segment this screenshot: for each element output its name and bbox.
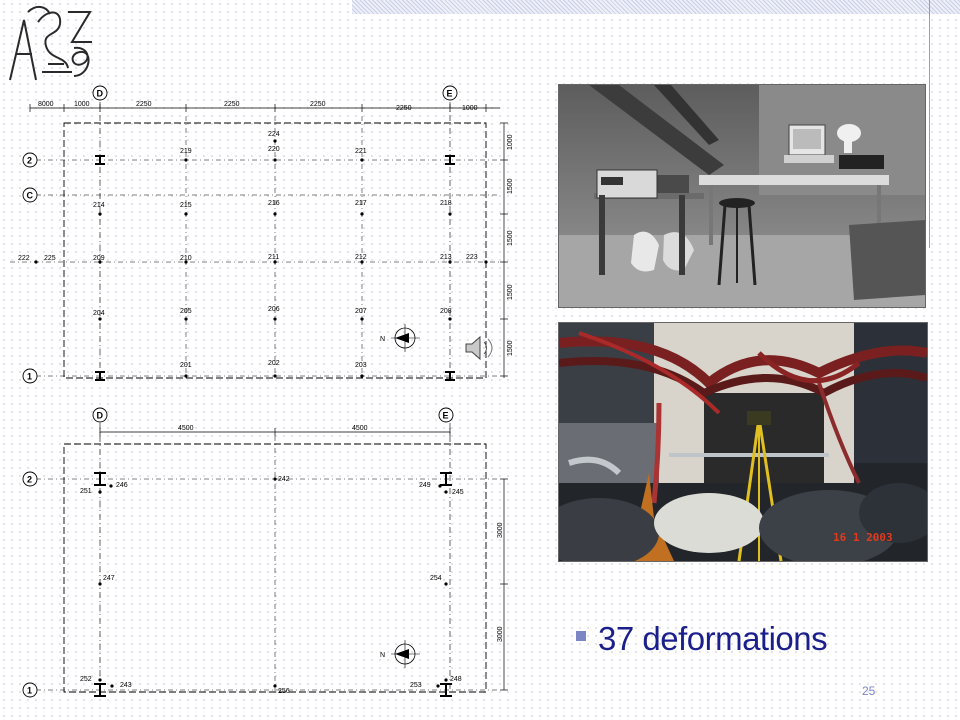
photo-date-stamp: 16 1 2003: [833, 531, 893, 544]
top-plan: 8000 1000 2250 2250 2250 2250 1000 D E 2…: [10, 85, 514, 384]
side-dim-label: 1000: [507, 134, 514, 150]
point-label: 203: [355, 362, 367, 369]
side-dim-label: 1500: [507, 340, 514, 356]
point-label: 251: [80, 488, 92, 495]
page-number: 25: [862, 684, 876, 698]
point-label: 207: [355, 308, 367, 315]
point-label: 225: [44, 255, 56, 262]
point-label: 246: [116, 482, 128, 489]
point-label: 204: [93, 310, 105, 317]
point-label: 252: [80, 676, 92, 683]
north-label: N: [380, 336, 385, 343]
point-label: 215: [180, 202, 192, 209]
point-label: 256: [278, 688, 290, 695]
steel-columns: [94, 472, 452, 697]
point-label: 212: [355, 254, 367, 261]
point-label: 218: [440, 200, 452, 207]
dim-label: 1000: [74, 101, 90, 108]
point-label: 253: [410, 682, 422, 689]
point-label: 201: [180, 362, 192, 369]
dim-label: 2250: [396, 105, 412, 112]
point-label: 209: [93, 255, 105, 262]
right-rule-line: [929, 0, 930, 248]
axis-label-2: 2: [27, 156, 32, 166]
point-label: 222: [18, 255, 30, 262]
dim-label: 1000: [462, 105, 478, 112]
dim-label: 2250: [224, 101, 240, 108]
dim-label: 4500: [352, 425, 368, 432]
axis-label-d: D: [97, 411, 104, 421]
axis-label-2: 2: [27, 475, 32, 485]
axis-label-1: 1: [27, 686, 32, 696]
photo-lab-instruments: [558, 84, 926, 308]
north-arrow-icon: [391, 324, 420, 352]
point-label: 208: [440, 308, 452, 315]
side-dim-label: 3000: [497, 522, 504, 538]
axis-label-e: E: [443, 411, 449, 421]
point-label: 214: [93, 202, 105, 209]
point-label: 217: [355, 200, 367, 207]
axis-label-e: E: [447, 89, 453, 99]
point-label: 245: [452, 489, 464, 496]
point-label: 205: [180, 308, 192, 315]
dim-label: 2250: [136, 101, 152, 108]
speaker-icon[interactable]: [465, 335, 493, 361]
university-logo: [9, 6, 92, 81]
point-label: 242: [278, 476, 290, 483]
point-label: 220: [268, 146, 280, 153]
point-label: 254: [430, 575, 442, 582]
dim-label: 8000: [38, 101, 54, 108]
bullet-text: 37 deformations: [598, 620, 828, 657]
point-label: 206: [268, 306, 280, 313]
dim-label: 2250: [310, 101, 326, 108]
point-label: 243: [120, 682, 132, 689]
point-label: 219: [180, 148, 192, 155]
axis-label-c: C: [27, 191, 34, 201]
floor-plans: 8000 1000 2250 2250 2250 2250 1000 D E 2…: [10, 85, 514, 698]
side-dim-label: 1500: [507, 230, 514, 246]
point-label: 249: [419, 482, 431, 489]
bottom-plan: 4500 4500 D E 2 1 242 246 251 249 245 24…: [22, 407, 508, 698]
point-label: 223: [466, 254, 478, 261]
side-dim-label: 1500: [507, 178, 514, 194]
point-label: 213: [440, 254, 452, 261]
photo-cable-setup: 16 1 2003: [558, 322, 928, 562]
side-dim-label: 3000: [497, 626, 504, 642]
axis-label-d: D: [97, 89, 104, 99]
dim-label: 4500: [178, 425, 194, 432]
top-decorative-band: [352, 0, 960, 14]
north-arrow-icon: [391, 640, 420, 668]
point-label: 248: [450, 676, 462, 683]
point-label: 202: [268, 360, 280, 367]
square-bullet: [576, 631, 586, 641]
point-label: 211: [268, 254, 279, 261]
axis-label-1: 1: [27, 372, 32, 382]
point-label: 247: [103, 575, 115, 582]
point-label: 210: [180, 255, 192, 262]
point-label: 221: [355, 148, 367, 155]
north-label: N: [380, 652, 385, 659]
point-label: 216: [268, 200, 280, 207]
side-dim-label: 1500: [507, 284, 514, 300]
point-label: 224: [268, 131, 280, 138]
